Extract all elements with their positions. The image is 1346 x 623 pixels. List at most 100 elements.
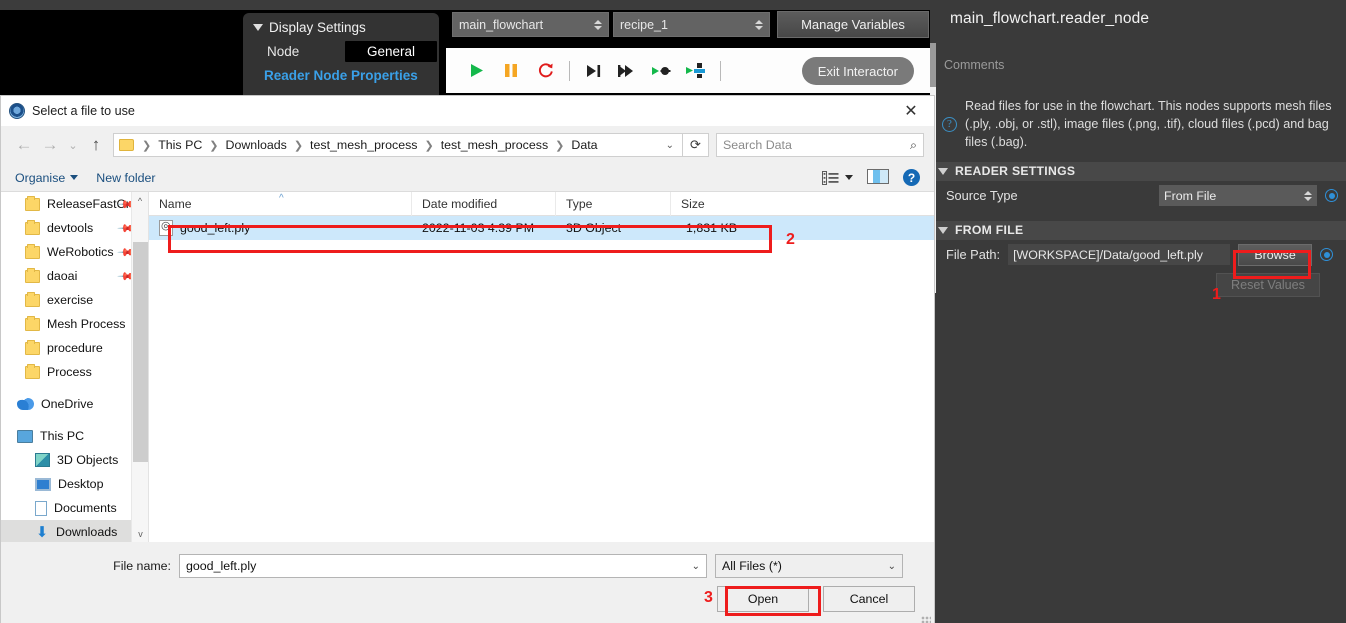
annotation-step-3: 3 [704,589,713,606]
reader-node-properties-link[interactable]: Reader Node Properties [243,62,439,83]
nav-item-devtools[interactable]: devtools 📌 [1,216,148,240]
manage-variables-button[interactable]: Manage Variables [777,11,929,38]
reset-values-button[interactable]: Reset Values [1216,272,1320,297]
view-mode-button[interactable] [822,170,853,185]
run-to-node-icon[interactable] [645,56,679,86]
column-header-size[interactable]: Size [671,192,751,216]
3d-object-file-icon [159,219,173,236]
nav-item-3d-objects[interactable]: 3D Objects [1,448,148,472]
dialog-command-bar: Organise New folder ? [1,164,934,192]
breadcrumb-item[interactable]: test_mesh_process [308,138,419,152]
properties-scrollbar-thumb[interactable] [930,43,936,87]
nav-item-mesh-process[interactable]: Mesh Process [1,312,148,336]
search-input[interactable]: Search Data ⌕ [716,133,924,157]
reset-values-row: Reset Values [930,270,1346,300]
source-type-reset-dot-icon[interactable] [1325,189,1338,203]
app-top-strip [0,0,930,10]
display-settings-panel: Display Settings Node General Reader Nod… [243,13,439,95]
preview-pane-button[interactable] [867,168,889,187]
nav-pane-scrollbar[interactable]: ^ v [131,192,148,542]
reload-icon[interactable] [528,56,562,86]
file-type-select[interactable]: All Files (*) ⌄ [715,554,903,578]
nav-item-desktop[interactable]: Desktop [1,472,148,496]
recipe-select[interactable]: recipe_1 [613,12,770,37]
refresh-icon[interactable]: ⟳ [683,133,709,157]
play-icon[interactable] [460,56,494,86]
column-label: Name [159,196,192,211]
scroll-down-icon[interactable]: v [132,525,148,542]
nav-item-werobotics[interactable]: WeRobotics 📌 [1,240,148,264]
display-settings-title[interactable]: Display Settings [243,13,439,35]
section-reader-settings[interactable]: READER SETTINGS [930,161,1346,181]
pause-icon[interactable] [494,56,528,86]
nav-pane-scroll-thumb[interactable] [133,242,148,462]
address-bar[interactable]: ❯ This PC ❯ Downloads ❯ test_mesh_proces… [113,133,683,157]
close-icon[interactable]: ✕ [888,96,934,126]
flowchart-select-value: main_flowchart [459,17,544,32]
comments-field[interactable]: Comments [930,28,1346,72]
exit-interactor-button[interactable]: Exit Interactor [801,57,914,85]
resize-grip[interactable] [921,616,931,623]
breadcrumb-item[interactable]: Data [569,138,599,152]
browse-button[interactable]: Browse [1238,243,1313,266]
nav-item-daoai[interactable]: daoai 📌 [1,264,148,288]
nav-item-this-pc[interactable]: This PC [1,424,148,448]
breadcrumb-item[interactable]: Downloads [224,138,289,152]
file-path-reset-dot-icon[interactable] [1320,248,1334,262]
nav-item-procedure[interactable]: procedure [1,336,148,360]
table-row[interactable]: good_left.ply 2022-11-03 4:39 PM 3D Obje… [149,216,934,240]
scroll-up-icon[interactable]: ^ [132,192,148,209]
open-button[interactable]: Open [717,586,809,612]
nav-item-releasefastc-[interactable]: ReleaseFastCı 📌 [1,192,148,216]
toolbar-divider [569,60,570,81]
nav-item-onedrive[interactable]: OneDrive [1,392,148,416]
flowchart-select[interactable]: main_flowchart [452,12,609,37]
nav-item-label: exercise [47,293,94,307]
dialog-titlebar: Select a file to use ✕ [1,96,934,126]
triangle-down-icon [253,24,263,31]
nav-item-exercise[interactable]: exercise [1,288,148,312]
file-path-input[interactable]: [WORKSPACE]/Data/good_left.ply [1008,244,1231,266]
breadcrumb-item[interactable]: test_mesh_process [439,138,550,152]
column-header-date[interactable]: Date modified [412,191,556,216]
breadcrumb-item[interactable]: This PC [156,138,204,152]
tab-general[interactable]: General [345,41,438,62]
skip-forward-icon[interactable] [611,56,645,86]
nav-item-downloads[interactable]: ⬇ Downloads [1,520,148,542]
folder-icon [25,315,40,331]
source-type-value: From File [1164,188,1217,203]
run-to-breakpoint-icon[interactable] [679,56,713,86]
back-icon[interactable]: ← [11,132,37,158]
chevron-down-icon [845,175,853,180]
up-icon[interactable]: ↑ [83,132,109,158]
triangle-down-icon [938,167,948,175]
recent-locations-icon[interactable]: ⌄ [63,132,83,158]
organise-button[interactable]: Organise [15,171,79,185]
file-name-row: File name: good_left.ply ⌄ All Files (*)… [1,554,934,578]
new-folder-button[interactable]: New folder [96,171,155,185]
section-from-file[interactable]: FROM FILE [930,220,1346,240]
chevron-down-icon[interactable]: ⌄ [666,140,678,151]
step-forward-icon[interactable] [577,56,611,86]
cloud-icon [17,398,34,410]
nav-item-label: Process [47,365,92,379]
file-path-row: File Path: [WORKSPACE]/Data/good_left.pl… [930,240,1346,270]
chevron-down-icon[interactable]: ⌄ [692,561,700,572]
file-name-label: File name: [113,559,171,573]
nav-item-label: WeRobotics [47,245,114,259]
breadcrumb-separator: ❯ [142,139,152,152]
forward-icon[interactable]: → [37,132,63,158]
file-name-cell: good_left.ply [149,219,412,236]
breadcrumb-separator: ❯ [209,139,219,152]
help-icon[interactable]: ? [903,169,920,186]
source-type-select[interactable]: From File [1159,185,1317,207]
column-header-type[interactable]: Type [556,191,671,216]
nav-item-label: devtools [47,221,94,235]
file-name-input[interactable]: good_left.ply ⌄ [179,554,707,578]
recipe-select-value: recipe_1 [620,17,668,32]
nav-item-documents[interactable]: Documents [1,496,148,520]
documents-icon [35,500,47,516]
nav-item-process[interactable]: Process [1,360,148,384]
triangle-down-icon [938,226,948,234]
cancel-button[interactable]: Cancel [823,586,915,612]
